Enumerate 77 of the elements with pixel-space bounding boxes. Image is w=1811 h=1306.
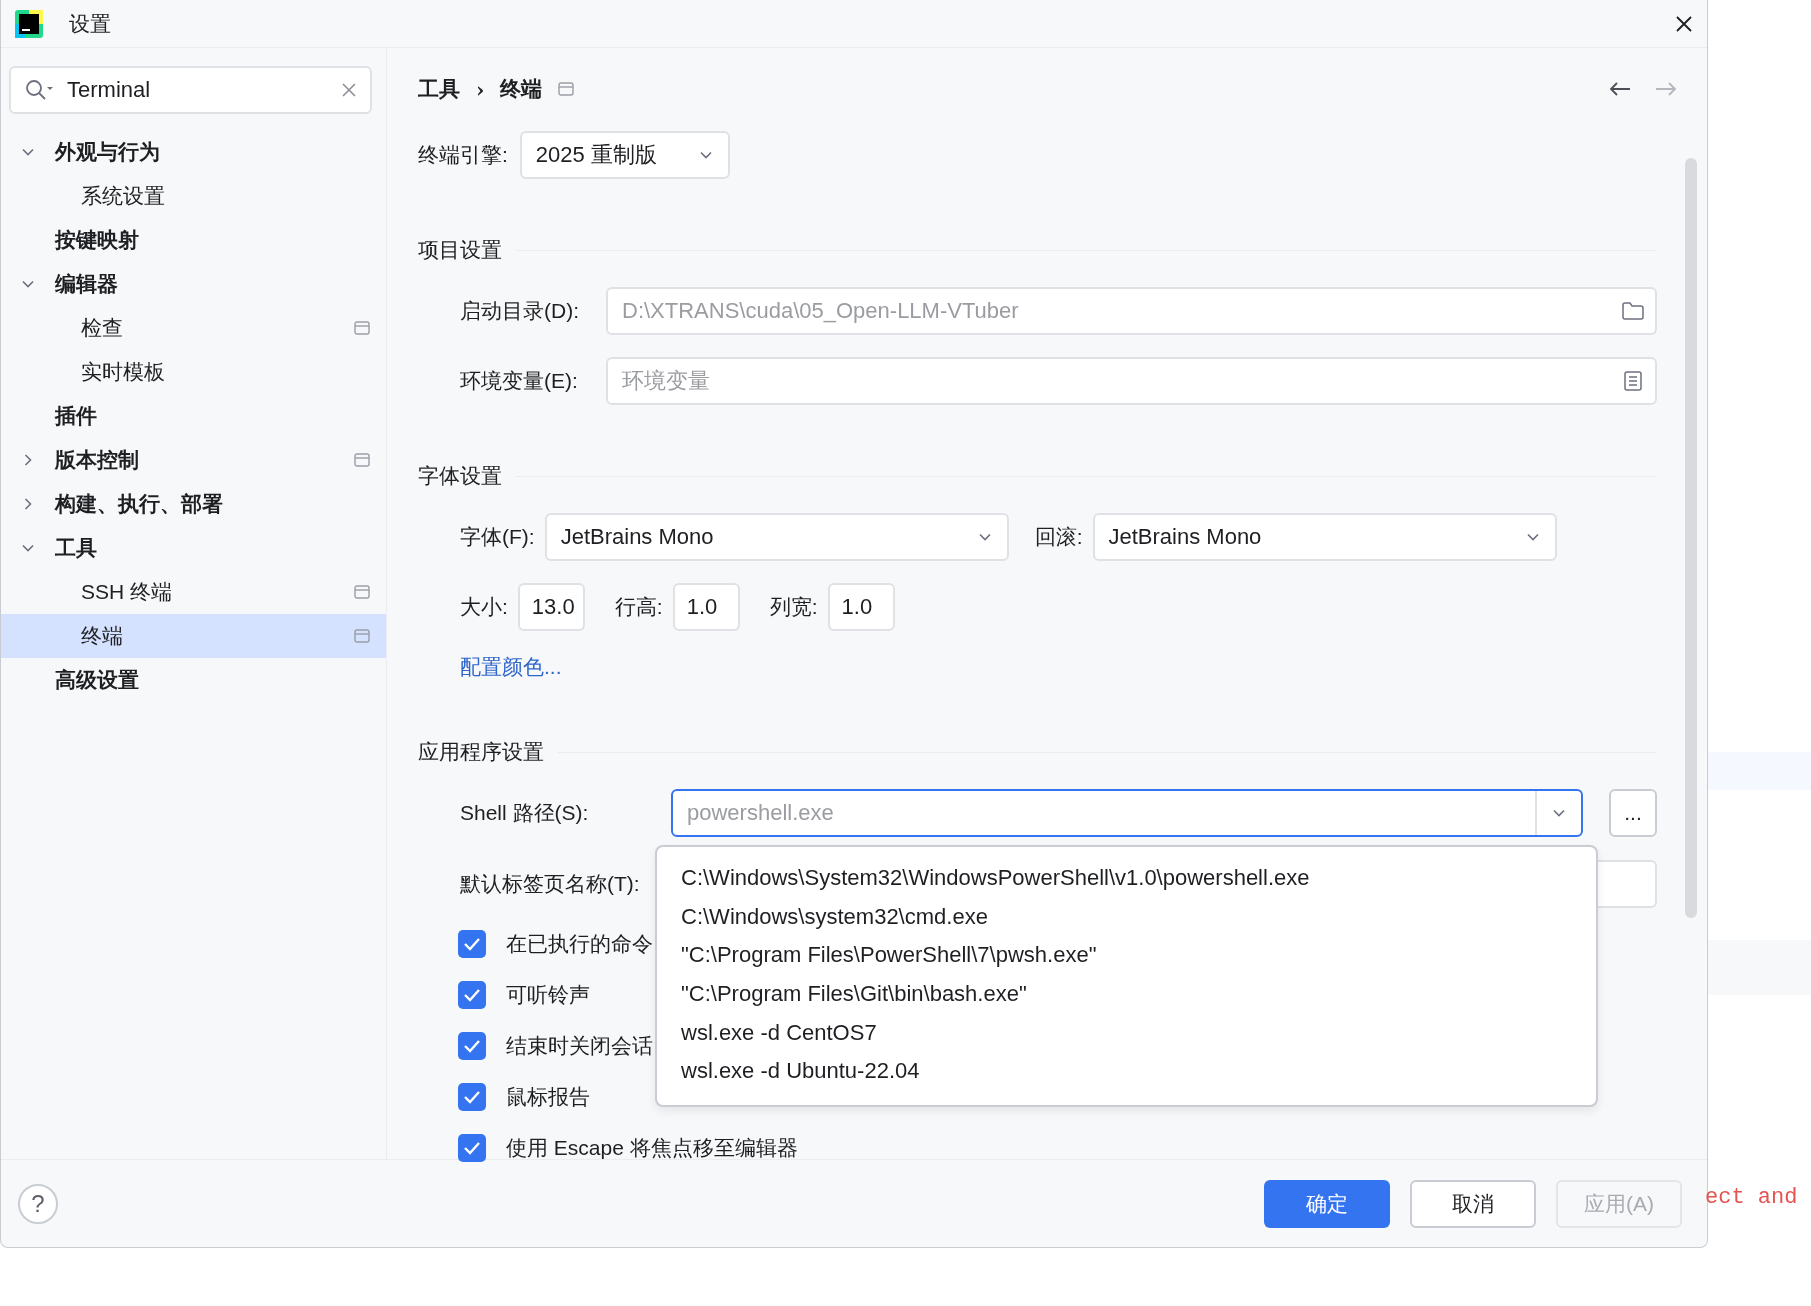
window-icon	[354, 453, 370, 467]
list-icon[interactable]	[1624, 371, 1642, 391]
section-title: 字体设置	[418, 463, 502, 489]
sidebar-item[interactable]: 终端	[1, 614, 386, 658]
number-field[interactable]: 1.0	[672, 583, 740, 631]
number-field[interactable]: 13.0	[517, 583, 585, 631]
field-label: 列宽:	[769, 594, 818, 620]
sidebar-item[interactable]: 高级设置	[1, 658, 386, 702]
field-label: 回滚:	[1034, 524, 1083, 550]
field-label: 启动目录(D):	[460, 298, 580, 324]
checkbox-label: 可听铃声	[506, 981, 590, 1008]
checkmark-icon	[463, 1089, 481, 1104]
section-title: 项目设置	[418, 237, 502, 263]
checkmark-icon	[463, 987, 481, 1002]
window-title: 设置	[69, 10, 112, 37]
checkmark-icon	[463, 936, 481, 951]
window-icon	[558, 82, 575, 96]
sidebar-item[interactable]: 插件	[1, 394, 386, 438]
sidebar-item[interactable]: SSH 终端	[1, 570, 386, 614]
close-icon[interactable]	[1675, 14, 1693, 33]
field-label: 行高:	[614, 594, 663, 620]
checkbox[interactable]	[458, 1031, 486, 1060]
shell-option[interactable]: "C:\Program Files\Git\bin\bash.exe"	[657, 974, 1596, 1014]
section-title: 应用程序设置	[418, 739, 544, 765]
configure-colors-link[interactable]: 配置颜色...	[460, 653, 562, 681]
window-icon	[354, 585, 370, 599]
fallback-font-dropdown[interactable]: JetBrains Mono	[1092, 513, 1557, 561]
checkbox-label: 使用 Escape 将焦点移至编辑器	[506, 1134, 798, 1161]
shell-option[interactable]: wsl.exe -d Ubuntu-22.04	[657, 1051, 1596, 1091]
back-arrow-icon[interactable]	[1609, 81, 1631, 97]
clear-icon[interactable]	[342, 83, 356, 97]
sidebar-item[interactable]: 外观与行为	[1, 130, 386, 174]
field-label: 默认标签页名称(T):	[460, 871, 641, 897]
sidebar-item[interactable]: 版本控制	[1, 438, 386, 482]
checkbox[interactable]	[458, 980, 486, 1009]
scrollbar[interactable]	[1685, 158, 1697, 918]
shell-option[interactable]: C:\Windows\system32\cmd.exe	[657, 897, 1596, 937]
shell-option[interactable]: C:\Windows\System32\WindowsPowerShell\v1.0\powershell.exe	[657, 859, 1596, 898]
cancel-button[interactable]: 取消	[1410, 1179, 1536, 1228]
number-field[interactable]: 1.0	[827, 583, 895, 631]
field-label: 终端引擎:	[418, 142, 508, 168]
shell-option[interactable]: wsl.exe -d CentOS7	[657, 1013, 1596, 1052]
checkbox-label: 鼠标报告	[506, 1083, 590, 1110]
browse-button[interactable]: ...	[1609, 789, 1657, 837]
checkbox-label: 在已执行的命令	[506, 930, 653, 957]
field-label: 字体(F):	[460, 524, 535, 550]
checkbox[interactable]	[458, 1133, 486, 1162]
checkmark-icon	[463, 1140, 481, 1155]
checkbox[interactable]	[458, 929, 486, 958]
sidebar-item[interactable]: 工具	[1, 526, 386, 570]
folder-icon[interactable]	[1622, 302, 1644, 320]
sidebar-item[interactable]: 检查	[1, 306, 386, 350]
app-logo-icon	[15, 9, 43, 38]
font-dropdown[interactable]: JetBrains Mono	[544, 513, 1009, 561]
checkbox[interactable]	[458, 1082, 486, 1111]
window-icon	[354, 321, 370, 335]
sidebar-item[interactable]: 构建、执行、部署	[1, 482, 386, 526]
breadcrumb-separator: ›	[476, 76, 485, 102]
checkmark-icon	[463, 1038, 481, 1053]
help-button[interactable]: ?	[18, 1183, 58, 1224]
window-icon	[354, 629, 370, 643]
search-field[interactable]: Terminal	[9, 66, 372, 114]
search-icon	[25, 79, 55, 101]
field-label: Shell 路径(S):	[460, 800, 590, 826]
field-label: 环境变量(E):	[460, 368, 579, 394]
breadcrumb-item: 终端	[500, 75, 543, 103]
code-text: ect and	[1705, 1185, 1799, 1210]
shell-option[interactable]: "C:\Program Files\PowerShell\7\pwsh.exe"	[657, 936, 1596, 975]
sidebar-item[interactable]: 实时模板	[1, 350, 386, 394]
sidebar-item[interactable]: 按键映射	[1, 218, 386, 262]
engine-dropdown[interactable]: 2025 重制版	[519, 131, 730, 179]
breadcrumb-item[interactable]: 工具	[418, 75, 460, 103]
checkbox-label: 结束时关闭会话	[506, 1032, 653, 1059]
ok-button[interactable]: 确定	[1264, 1179, 1390, 1228]
sidebar-item[interactable]: 系统设置	[1, 174, 386, 218]
sidebar-item[interactable]: 编辑器	[1, 262, 386, 306]
field-label: 大小:	[460, 594, 508, 620]
